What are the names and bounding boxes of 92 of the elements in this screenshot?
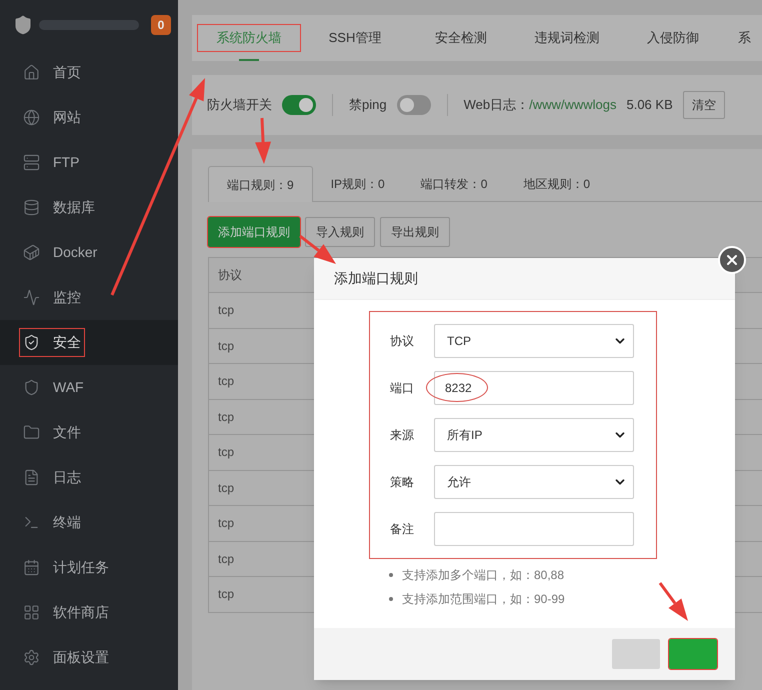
input-field[interactable]: 8232 xyxy=(434,371,634,405)
logo-icon xyxy=(13,15,33,35)
document-icon xyxy=(23,469,40,486)
hint-text: 支持添加多个端口，如：80,88 xyxy=(402,567,564,584)
dialog-title: 添加端口规则 xyxy=(334,269,418,288)
rule-tab[interactable]: 端口转发：0 xyxy=(402,166,506,201)
sidebar-label: 软件商店 xyxy=(53,603,109,622)
database-icon xyxy=(23,199,40,216)
containers-icon xyxy=(23,244,40,261)
select-field[interactable]: TCP xyxy=(434,324,634,358)
select-field[interactable]: 允许 xyxy=(434,465,634,499)
sidebar-label: 数据库 xyxy=(53,198,95,217)
field-label: 策略 xyxy=(390,474,415,491)
sidebar-item[interactable]: FTP xyxy=(0,140,178,185)
column-header: 协议 xyxy=(218,267,243,284)
sidebar-item[interactable]: 日志 xyxy=(0,455,178,500)
sidebar-label: 文件 xyxy=(53,423,81,442)
sidebar-item[interactable]: 终端 xyxy=(0,500,178,545)
clear-button[interactable]: 清空 xyxy=(682,91,725,119)
table-cell-text: tcp xyxy=(218,444,236,462)
rule-tab[interactable]: 端口规则：9 xyxy=(208,166,313,202)
table-cell-text: tcp xyxy=(218,515,236,532)
notification-badge[interactable]: 0 xyxy=(151,15,171,35)
hint-text: 支持添加范围端口，如：90-99 xyxy=(402,591,565,608)
tab[interactable]: 系 xyxy=(728,25,761,51)
sidebar-label: WAF xyxy=(53,378,84,397)
rule-tab[interactable]: 地区规则：0 xyxy=(505,166,608,201)
sidebar-item[interactable]: 文件 xyxy=(0,410,178,455)
toggle-switch[interactable] xyxy=(282,95,316,115)
field-label: 协议 xyxy=(390,333,415,350)
sidebar-label: 监控 xyxy=(53,288,81,307)
action-button[interactable]: 添加端口规则 xyxy=(208,217,300,247)
tab[interactable]: 安全检测 xyxy=(410,25,512,51)
switch-label: 防火墙开关 xyxy=(207,96,272,114)
sidebar-label: 终端 xyxy=(53,513,81,532)
annotation-arrow xyxy=(255,118,272,164)
sidebar-label: 网站 xyxy=(53,108,81,127)
tab[interactable]: 入侵防御 xyxy=(622,25,724,51)
cancel-button[interactable] xyxy=(612,639,660,669)
confirm-button[interactable] xyxy=(669,639,717,669)
shield-icon xyxy=(23,379,40,396)
globe-icon xyxy=(23,109,40,126)
tab[interactable]: SSH管理 xyxy=(304,25,406,51)
server-icon xyxy=(23,154,40,171)
sidebar-label: 首页 xyxy=(53,63,81,82)
tab[interactable]: 违规词检测 xyxy=(516,25,618,51)
sidebar-item[interactable]: Docker xyxy=(0,230,178,275)
sidebar-label: 面板设置 xyxy=(53,648,109,667)
rule-tab[interactable]: IP规则：0 xyxy=(312,166,403,201)
home-icon xyxy=(23,64,40,81)
toggle-switch[interactable] xyxy=(396,95,431,115)
sidebar-item[interactable]: 软件商店 xyxy=(0,590,178,635)
select-field[interactable]: 所有IP xyxy=(434,418,634,452)
table-cell-text: tcp xyxy=(218,550,236,568)
web-log-size: 5.06 KB xyxy=(626,96,673,114)
action-button[interactable]: 导入规则 xyxy=(305,217,375,247)
action-button[interactable]: 导出规则 xyxy=(380,217,450,247)
chart-icon xyxy=(23,289,40,306)
sidebar-label: Docker xyxy=(53,243,98,262)
sidebar-label: 安全 xyxy=(53,333,81,352)
sidebar-label: 日志 xyxy=(53,468,81,487)
field-label: 备注 xyxy=(390,521,415,538)
terminal-icon xyxy=(23,514,40,531)
sidebar-item[interactable]: 首页 xyxy=(0,50,178,95)
field-label: 来源 xyxy=(390,427,415,444)
tab-underline xyxy=(239,59,259,61)
sidebar-item[interactable]: 面板设置 xyxy=(0,635,178,680)
sidebar-item[interactable]: 监控 xyxy=(0,275,178,320)
table-cell-text: tcp xyxy=(218,480,236,497)
sidebar-label: FTP xyxy=(53,153,80,172)
close-icon xyxy=(724,252,740,268)
grid-icon xyxy=(23,604,40,621)
table-cell-text: tcp xyxy=(218,302,236,320)
field-label: 端口 xyxy=(390,380,415,397)
shield-check-icon xyxy=(23,334,40,351)
settings-icon xyxy=(23,649,40,666)
table-cell-text: tcp xyxy=(218,338,236,355)
sidebar-item[interactable]: 计划任务 xyxy=(0,545,178,590)
calendar-icon xyxy=(23,559,40,576)
switch-label: 禁ping xyxy=(349,96,387,114)
folder-icon xyxy=(23,424,40,441)
sidebar-item[interactable]: 网站 xyxy=(0,95,178,140)
sidebar-item[interactable]: 数据库 xyxy=(0,185,178,230)
annotation-arrow xyxy=(658,582,688,621)
table-cell-text: tcp xyxy=(218,373,236,390)
table-cell-text: tcp xyxy=(218,408,236,426)
sidebar-item[interactable]: 安全 xyxy=(0,320,178,365)
input-field[interactable] xyxy=(434,512,634,546)
sidebar-item[interactable]: WAF xyxy=(0,365,178,410)
web-log-label: Web日志： xyxy=(464,96,530,114)
table-cell-text: tcp xyxy=(218,586,236,604)
sidebar-label: 计划任务 xyxy=(53,558,109,577)
